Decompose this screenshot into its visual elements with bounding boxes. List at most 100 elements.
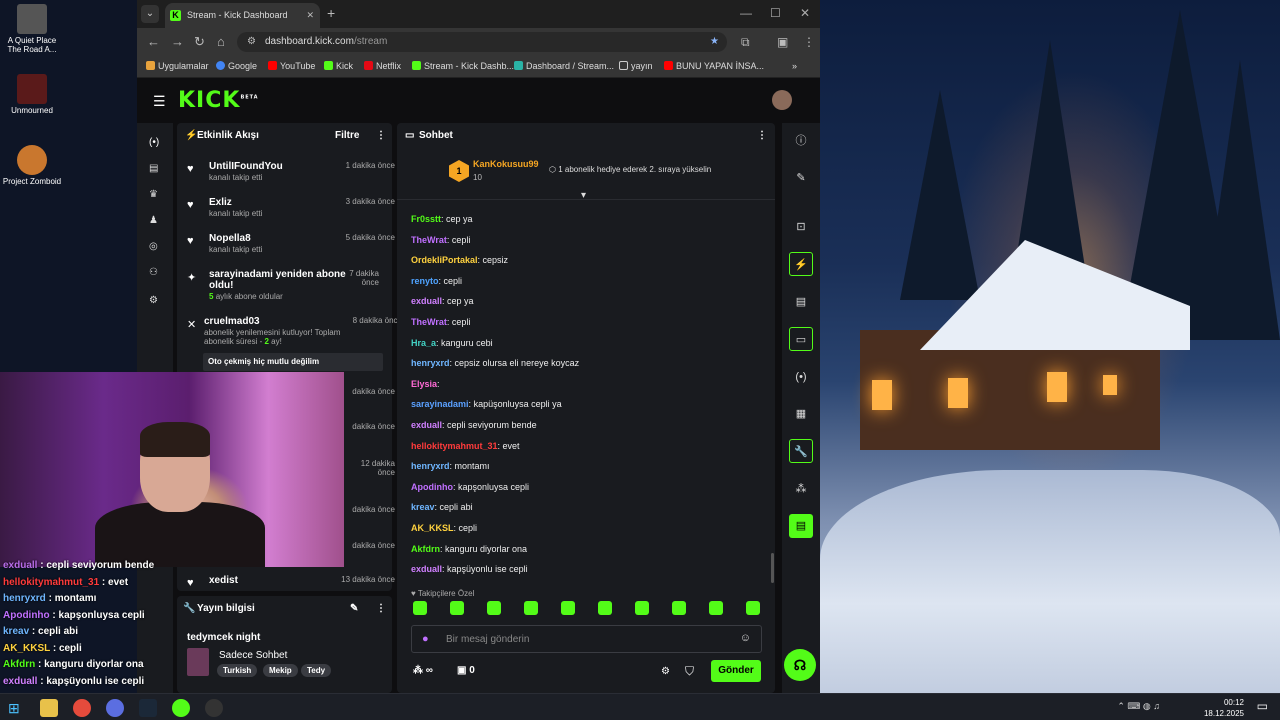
more-bookmarks-icon[interactable]: » bbox=[792, 61, 797, 71]
top-gifter-name[interactable]: KanKokusuu99 bbox=[473, 159, 539, 169]
chat-username[interactable]: AK_KKSL bbox=[411, 523, 454, 533]
tag-chip[interactable]: Mekip bbox=[263, 664, 298, 677]
tray-icons[interactable]: ⌃ ⌨ ◍ ♫ bbox=[1117, 701, 1160, 712]
emote-icon[interactable] bbox=[561, 601, 575, 615]
chat-username[interactable]: hellokitymahmut_31 bbox=[411, 441, 498, 451]
trophy-icon[interactable]: ♛ bbox=[149, 189, 158, 200]
chat-username[interactable]: Fr0sstt bbox=[411, 214, 441, 224]
chat-settings-icon[interactable]: ⚙ bbox=[661, 666, 670, 677]
settings-gear-icon[interactable]: ⚙ bbox=[149, 295, 158, 306]
bookmark-youtube[interactable]: YouTube bbox=[268, 61, 315, 71]
tab-kick-dashboard[interactable]: K Stream - Kick Dashboard ✕ bbox=[165, 3, 320, 28]
chat-username[interactable]: Apodinho bbox=[411, 482, 453, 492]
lightning-toggle-icon[interactable]: ⚡ bbox=[789, 252, 813, 276]
tag-chip[interactable]: Tedy bbox=[301, 664, 332, 677]
reload-icon[interactable]: ↻ bbox=[194, 34, 205, 50]
emote-icon[interactable] bbox=[672, 601, 686, 615]
stream-category[interactable]: Sadece Sohbet bbox=[219, 650, 287, 661]
chat-scrollbar[interactable] bbox=[771, 553, 774, 583]
file-explorer-icon[interactable] bbox=[40, 699, 58, 717]
stream-broadcast-icon[interactable]: (•) bbox=[149, 137, 159, 148]
kick-logo[interactable]: KICKBETA bbox=[178, 88, 259, 113]
wrench-toggle-icon[interactable]: 🔧 bbox=[789, 439, 813, 463]
steam-icon[interactable] bbox=[139, 699, 157, 717]
chat-username[interactable]: kreav bbox=[411, 502, 435, 512]
community-icon[interactable]: ♟ bbox=[149, 215, 158, 226]
url-input[interactable]: ⚙ dashboard.kick.com/stream ★ bbox=[237, 32, 727, 52]
new-tab-button[interactable]: + bbox=[327, 5, 335, 21]
desktop-icon-unmourned[interactable]: Unmourned bbox=[2, 74, 62, 115]
chrome-icon[interactable] bbox=[73, 699, 91, 717]
bookmark-folder-yayin[interactable]: yayın bbox=[619, 61, 653, 71]
broadcast-icon[interactable]: (•) bbox=[789, 365, 813, 389]
system-clock[interactable]: 00:12 18.12.2025 bbox=[1204, 697, 1244, 719]
library-icon[interactable]: ▤ bbox=[149, 163, 158, 174]
activity-username[interactable]: cruelmad03 bbox=[204, 316, 354, 327]
microphone-icon[interactable]: ● bbox=[422, 633, 429, 645]
chat-input[interactable]: ● Bir mesaj gönderin ☺ bbox=[411, 625, 762, 653]
document-icon[interactable]: ▤ bbox=[789, 290, 813, 314]
send-button[interactable]: Gönder bbox=[711, 660, 761, 682]
chat-toggle-icon[interactable]: ▭ bbox=[789, 327, 813, 351]
edit-pencil-icon[interactable]: ✎ bbox=[350, 596, 358, 622]
more-options-icon[interactable]: ⋮ bbox=[376, 596, 386, 622]
notification-icon[interactable]: ▭ bbox=[1257, 699, 1268, 713]
user-avatar[interactable] bbox=[772, 90, 792, 110]
emote-icon[interactable] bbox=[746, 601, 760, 615]
profile-icon[interactable]: ▣ bbox=[777, 35, 788, 49]
support-headset-icon[interactable]: ☊ bbox=[784, 649, 816, 681]
chat-username[interactable]: exduall bbox=[411, 296, 442, 306]
gift-counter[interactable]: ▣ 0 bbox=[457, 665, 475, 676]
more-options-icon[interactable]: ⋮ bbox=[757, 123, 767, 149]
close-tab-icon[interactable]: ✕ bbox=[306, 3, 314, 28]
chat-username[interactable]: TheWrat bbox=[411, 317, 447, 327]
menu-dots-icon[interactable]: ⋮ bbox=[803, 35, 815, 49]
bookmark-google[interactable]: Google bbox=[216, 61, 257, 71]
chat-username[interactable]: Elysia bbox=[411, 379, 437, 389]
bookmark-netflix[interactable]: Netflix bbox=[364, 61, 401, 71]
windows-start-icon[interactable]: ⊞ bbox=[8, 699, 26, 717]
emote-icon[interactable] bbox=[450, 601, 464, 615]
chat-username[interactable]: TheWrat bbox=[411, 235, 447, 245]
hamburger-menu-icon[interactable]: ☰ bbox=[153, 93, 166, 110]
filter-button[interactable]: Filtre bbox=[335, 123, 359, 149]
bookmark-kick-dashboard[interactable]: Stream - Kick Dashb... bbox=[412, 61, 514, 71]
obs-app-icon[interactable] bbox=[106, 699, 124, 717]
bookmark-kick[interactable]: Kick bbox=[324, 61, 353, 71]
bookmark-apps[interactable]: Uygulamalar bbox=[146, 61, 209, 71]
close-window-icon[interactable]: ✕ bbox=[800, 6, 810, 20]
target-icon[interactable]: ◎ bbox=[149, 241, 158, 252]
emote-icon[interactable] bbox=[413, 601, 427, 615]
nodes-icon[interactable]: ⁂ bbox=[789, 477, 813, 501]
emote-icon[interactable] bbox=[635, 601, 649, 615]
emoji-icon[interactable]: ☺ bbox=[740, 632, 751, 644]
minimize-icon[interactable]: — bbox=[740, 6, 752, 20]
desktop-icon-a-quiet-place[interactable]: A Quiet Place The Road A... bbox=[2, 4, 62, 54]
bookmark-dashboard-stream[interactable]: Dashboard / Stream... bbox=[514, 61, 614, 71]
forward-icon[interactable]: → bbox=[171, 34, 184, 49]
clapperboard-icon[interactable]: ▤ bbox=[789, 514, 813, 538]
desktop-icon-project-zomboid[interactable]: Project Zomboid bbox=[2, 145, 62, 186]
tag-chip[interactable]: Turkish bbox=[217, 664, 258, 677]
emote-icon[interactable] bbox=[598, 601, 612, 615]
site-info-icon[interactable]: ⚙ bbox=[247, 32, 256, 52]
chat-username[interactable]: henryxrd bbox=[411, 358, 450, 368]
extensions-icon[interactable]: ⧉ bbox=[741, 35, 750, 50]
obs-icon[interactable] bbox=[205, 699, 223, 717]
chat-username[interactable]: Hra_a bbox=[411, 338, 436, 348]
bookmark-star-icon[interactable]: ★ bbox=[710, 32, 719, 52]
edit-icon[interactable]: ✎ bbox=[789, 166, 813, 190]
chat-username[interactable]: sarayinadami bbox=[411, 399, 469, 409]
chat-username[interactable]: OrdekliPortakal bbox=[411, 255, 478, 265]
info-icon[interactable]: ⓘ bbox=[789, 129, 813, 153]
activity-username[interactable]: sarayinadami yeniden abone oldu! bbox=[209, 269, 349, 291]
maximize-icon[interactable]: ☐ bbox=[770, 6, 781, 20]
camera-focus-icon[interactable]: ⊡ bbox=[789, 215, 813, 239]
home-icon[interactable]: ⌂ bbox=[217, 34, 225, 49]
tab-search-button[interactable]: ⌄ bbox=[141, 5, 159, 23]
chat-username[interactable]: exduall bbox=[411, 564, 442, 574]
channel-points[interactable]: ⁂ ∞ bbox=[413, 665, 433, 676]
kick-app-icon[interactable] bbox=[172, 699, 190, 717]
users-icon[interactable]: ⚇ bbox=[149, 267, 158, 278]
chat-username[interactable]: henryxrd bbox=[411, 461, 450, 471]
